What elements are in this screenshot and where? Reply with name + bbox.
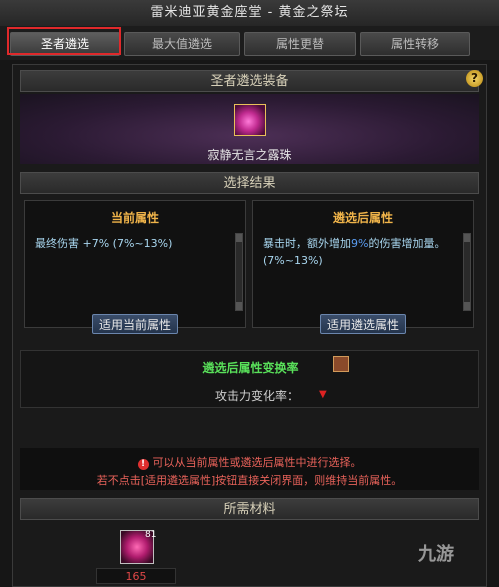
rate-title: 遴选后属性变换率	[202, 361, 299, 375]
tab-saint-selection[interactable]: 圣者遴选	[10, 32, 120, 56]
current-scrollbar[interactable]	[235, 233, 243, 311]
equipment-item-name: 寂静无言之露珠	[207, 148, 292, 162]
help-icon[interactable]: ?	[466, 70, 483, 87]
rate-box: 遴选后属性变换率 攻击力变化率： ▼	[20, 350, 479, 408]
apply-selected-button[interactable]: 适用遴选属性	[320, 314, 406, 334]
equipment-item-icon[interactable]	[234, 104, 266, 136]
tab-attribute-swap[interactable]: 属性更替	[244, 32, 356, 56]
current-attribute-box: 当前属性 最终伤害 +7% (7%~13%)	[24, 200, 246, 328]
notice-line-1-text: 可以从当前属性或遴选后属性中进行选择。	[152, 456, 362, 469]
material-amount: 165	[96, 568, 176, 584]
notice-line-1: ! 可以从当前属性或遴选后属性中进行选择。	[20, 454, 479, 470]
results-header: 选择结果	[20, 172, 479, 194]
window-title: 雷米迪亚黄金座堂 - 黄金之祭坛	[0, 0, 499, 27]
selected-scrollbar[interactable]	[463, 233, 471, 311]
materials-header: 所需材料	[20, 498, 479, 520]
warning-icon: !	[137, 459, 149, 470]
rate-label: 攻击力变化率：	[215, 389, 300, 403]
notice-box: ! 可以从当前属性或遴选后属性中进行选择。 若不点击[适用遴选属性]按钮直接关闭界…	[20, 448, 479, 490]
rate-info-icon[interactable]	[333, 356, 349, 372]
selected-text-pct: 9%	[351, 237, 369, 250]
material-count: 81	[145, 530, 157, 540]
selected-attribute-box: 遴选后属性 暴击时，额外增加9%的伤害增加量。(7%~13%)	[252, 200, 474, 328]
notice-line-2: 若不点击[适用遴选属性]按钮直接关闭界面，则维持当前属性。	[96, 474, 403, 487]
equipment-header: 圣者遴选装备	[20, 70, 479, 92]
watermark-logo: 九游	[418, 544, 454, 565]
selected-attribute-text: 暴击时，额外增加9%的伤害增加量。(7%~13%)	[263, 235, 453, 269]
tab-max-selection[interactable]: 最大值遴选	[124, 32, 240, 56]
current-attribute-title: 当前属性	[110, 211, 159, 225]
tab-attribute-transfer[interactable]: 属性转移	[360, 32, 470, 56]
rate-down-arrow-icon: ▼	[319, 389, 327, 400]
apply-current-button[interactable]: 适用当前属性	[92, 314, 178, 334]
tab-bar: 圣者遴选 最大值遴选 属性更替 属性转移	[0, 26, 499, 60]
selected-text-before: 暴击时，额外增加	[263, 237, 351, 250]
current-attribute-text: 最终伤害 +7% (7%~13%)	[35, 237, 173, 250]
selected-attribute-title: 遴选后属性	[332, 211, 393, 225]
window: 雷米迪亚黄金座堂 - 黄金之祭坛 圣者遴选 最大值遴选 属性更替 属性转移 圣者…	[0, 0, 499, 587]
